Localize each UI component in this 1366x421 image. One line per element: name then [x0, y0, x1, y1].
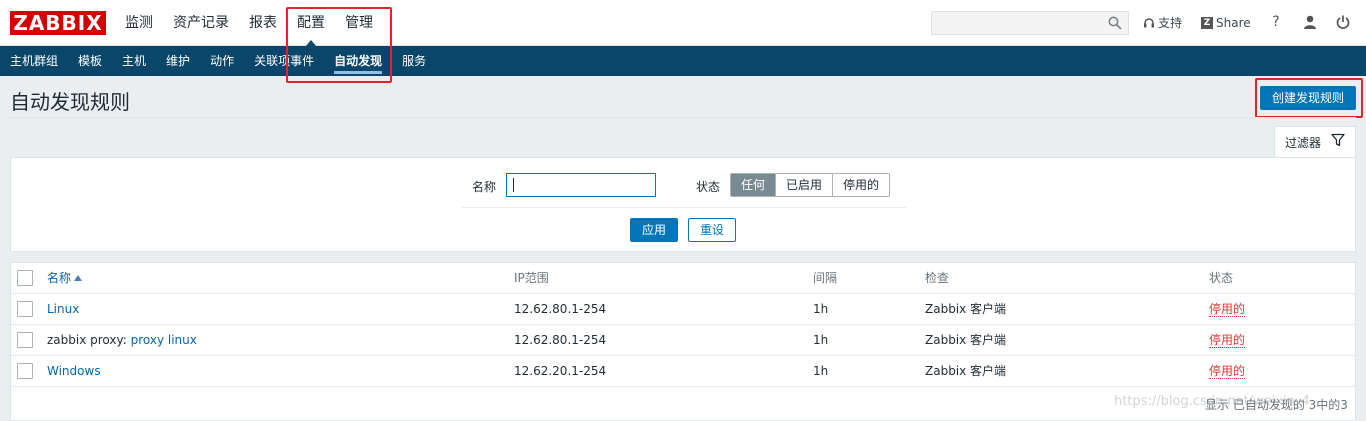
search-input[interactable] [931, 11, 1129, 35]
rule-name-cell: Windows [47, 356, 101, 386]
checks-cell: Zabbix 客户端 [925, 302, 1007, 316]
status-cell: 停用的 [1209, 325, 1246, 355]
subnav-host-groups[interactable]: 主机群组 [0, 46, 68, 76]
top-header: ZABBIX 监测 资产记录 报表 配置 管理 支持 Z Share ? [0, 0, 1366, 46]
status-toggle-link[interactable]: 停用的 [1209, 302, 1246, 317]
rule-name-link[interactable]: Windows [47, 364, 101, 378]
support-label: 支持 [1158, 16, 1183, 30]
table-row: Linux 12.62.80.1-254 1h Zabbix 客户端 停用的 [11, 294, 1355, 325]
status-toggle-link[interactable]: 停用的 [1209, 333, 1246, 348]
ip-range-cell: 12.62.80.1-254 [514, 302, 607, 316]
row-checkbox[interactable] [17, 301, 33, 317]
power-icon[interactable] [1335, 14, 1351, 30]
column-checks-header: 检查 [925, 271, 950, 285]
name-filter-input[interactable] [506, 173, 656, 197]
status-option-enabled[interactable]: 已启用 [775, 174, 833, 196]
table-header-row: 名称 IP范围 间隔 检查 状态 [11, 263, 1355, 294]
page-title: 自动发现规则 [10, 90, 130, 114]
column-name-header[interactable]: 名称 [47, 263, 83, 293]
apply-button[interactable]: 应用 [630, 218, 678, 242]
sub-navigation: 主机群组 模板 主机 维护 动作 关联项事件 自动发现 服务 [0, 46, 1366, 76]
text-caret [513, 178, 514, 192]
share-link[interactable]: Z Share [1201, 11, 1251, 35]
status-toggle-link[interactable]: 停用的 [1209, 364, 1246, 379]
column-ip-range-header: IP范围 [514, 271, 549, 285]
user-icon[interactable] [1302, 14, 1318, 30]
filter-divider [462, 207, 906, 208]
menu-reports[interactable]: 报表 [239, 0, 287, 46]
rule-name-link[interactable]: Linux [47, 302, 79, 316]
subnav-services[interactable]: 服务 [392, 46, 436, 76]
status-option-any[interactable]: 任何 [731, 174, 776, 196]
status-option-disabled[interactable]: 停用的 [832, 174, 890, 196]
reset-button[interactable]: 重设 [688, 218, 736, 242]
row-checkbox[interactable] [17, 332, 33, 348]
interval-cell: 1h [813, 333, 829, 347]
select-all-checkbox[interactable] [17, 270, 33, 286]
subnav-hosts[interactable]: 主机 [112, 46, 156, 76]
headset-icon [1144, 18, 1154, 28]
subnav-templates[interactable]: 模板 [68, 46, 112, 76]
rule-name-prefix: zabbix proxy: [47, 333, 131, 347]
status-segmented-control: 任何 已启用 停用的 [730, 173, 891, 197]
status-cell: 停用的 [1209, 356, 1246, 386]
zabbix-logo[interactable]: ZABBIX [10, 11, 106, 35]
sort-ascending-icon [74, 275, 83, 281]
funnel-icon [1331, 133, 1345, 147]
ip-range-cell: 12.62.80.1-254 [514, 333, 607, 347]
rule-name-cell: zabbix proxy: proxy linux [47, 325, 197, 355]
table-row: Windows 12.62.20.1-254 1h Zabbix 客户端 停用的 [11, 356, 1355, 387]
filter-tab[interactable]: 过滤器 [1274, 126, 1356, 158]
share-label: Share [1216, 16, 1251, 30]
checks-cell: Zabbix 客户端 [925, 333, 1007, 347]
ip-range-cell: 12.62.20.1-254 [514, 364, 607, 378]
checks-cell: Zabbix 客户端 [925, 364, 1007, 378]
subnav-event-correlation[interactable]: 关联项事件 [244, 46, 324, 76]
menu-inventory[interactable]: 资产记录 [163, 0, 239, 46]
interval-cell: 1h [813, 302, 829, 316]
row-checkbox[interactable] [17, 363, 33, 379]
status-filter-label: 状态 [696, 180, 721, 194]
column-interval-header: 间隔 [813, 271, 838, 285]
status-cell: 停用的 [1209, 294, 1246, 324]
table-footer-count: 显示 已自动发现的 3中的3 [1205, 398, 1348, 412]
subnav-actions[interactable]: 动作 [200, 46, 244, 76]
support-link[interactable]: 支持 [1143, 11, 1182, 35]
rule-name-link[interactable]: proxy linux [131, 333, 197, 347]
table-row: zabbix proxy: proxy linux 12.62.80.1-254… [11, 325, 1355, 356]
subnav-maintenance[interactable]: 维护 [156, 46, 200, 76]
share-badge: Z [1201, 17, 1213, 29]
filter-panel [10, 157, 1356, 252]
interval-cell: 1h [813, 364, 829, 378]
title-divider [10, 117, 1356, 118]
subnav-discovery[interactable]: 自动发现 [324, 46, 392, 76]
create-discovery-rule-button[interactable]: 创建发现规则 [1260, 86, 1356, 110]
name-filter-label: 名称 [472, 180, 497, 194]
rule-name-cell: Linux [47, 294, 79, 324]
menu-administration[interactable]: 管理 [335, 0, 383, 46]
menu-monitoring[interactable]: 监测 [115, 0, 163, 46]
column-name-label[interactable]: 名称 [47, 271, 71, 285]
filter-tab-label: 过滤器 [1285, 136, 1322, 150]
column-status-header: 状态 [1209, 271, 1234, 285]
main-menu: 监测 资产记录 报表 配置 管理 [115, 0, 383, 46]
menu-configuration[interactable]: 配置 [287, 0, 335, 46]
question-icon[interactable]: ? [1268, 14, 1284, 30]
search-icon[interactable] [1108, 16, 1122, 30]
